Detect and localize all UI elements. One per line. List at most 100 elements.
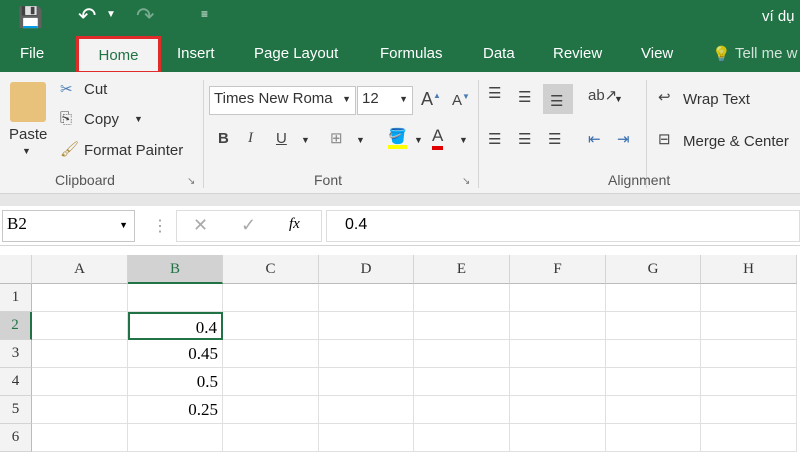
align-bottom-icon[interactable]: ☰ bbox=[543, 84, 573, 114]
cell-E6[interactable] bbox=[414, 424, 510, 452]
cell-C4[interactable] bbox=[223, 368, 319, 396]
column-header-G[interactable]: G bbox=[606, 255, 701, 284]
cell-E2[interactable] bbox=[414, 312, 510, 340]
customize-qat-icon[interactable]: ≡ bbox=[201, 7, 208, 21]
cell-G5[interactable] bbox=[606, 396, 701, 424]
column-header-F[interactable]: F bbox=[510, 255, 606, 284]
cell-H6[interactable] bbox=[701, 424, 797, 452]
borders-dropdown-icon[interactable]: ▼ bbox=[356, 135, 365, 145]
cell-A3[interactable] bbox=[32, 340, 128, 368]
italic-button[interactable]: I bbox=[248, 130, 253, 147]
column-header-H[interactable]: H bbox=[701, 255, 797, 284]
align-middle-icon[interactable]: ☰ bbox=[518, 88, 531, 106]
cell-H5[interactable] bbox=[701, 396, 797, 424]
name-box[interactable]: B2 ▼ bbox=[2, 210, 135, 242]
font-color-dropdown-icon[interactable]: ▼ bbox=[459, 135, 468, 145]
fill-color-dropdown-icon[interactable]: ▼ bbox=[414, 135, 423, 145]
column-header-C[interactable]: C bbox=[223, 255, 319, 284]
cell-D5[interactable] bbox=[319, 396, 414, 424]
undo-icon[interactable]: ↶ bbox=[78, 3, 96, 29]
cell-D4[interactable] bbox=[319, 368, 414, 396]
cell-B2[interactable]: 0.4 bbox=[128, 312, 223, 340]
insert-function-button[interactable]: fx bbox=[289, 216, 300, 233]
cell-F5[interactable] bbox=[510, 396, 606, 424]
column-header-E[interactable]: E bbox=[414, 255, 510, 284]
wrap-text-button[interactable]: Wrap Text bbox=[683, 91, 750, 108]
bold-button[interactable]: B bbox=[218, 130, 229, 147]
cell-B1[interactable] bbox=[128, 284, 223, 312]
cell-D6[interactable] bbox=[319, 424, 414, 452]
cut-button[interactable]: Cut bbox=[84, 81, 107, 98]
row-header-6[interactable]: 6 bbox=[0, 424, 32, 452]
cell-D1[interactable] bbox=[319, 284, 414, 312]
cell-C1[interactable] bbox=[223, 284, 319, 312]
paste-icon[interactable] bbox=[10, 82, 46, 122]
paste-button[interactable]: Paste bbox=[9, 126, 47, 143]
cell-F6[interactable] bbox=[510, 424, 606, 452]
font-color-icon[interactable]: A bbox=[432, 126, 444, 150]
cell-G2[interactable] bbox=[606, 312, 701, 340]
cell-C3[interactable] bbox=[223, 340, 319, 368]
row-header-4[interactable]: 4 bbox=[0, 368, 32, 396]
underline-dropdown-icon[interactable]: ▼ bbox=[301, 135, 310, 145]
column-header-B[interactable]: B bbox=[128, 255, 223, 284]
copy-button[interactable]: Copy bbox=[84, 111, 119, 128]
cell-B3[interactable]: 0.45 bbox=[128, 340, 223, 368]
cell-H1[interactable] bbox=[701, 284, 797, 312]
merge-center-button[interactable]: Merge & Center bbox=[683, 133, 789, 150]
cell-A1[interactable] bbox=[32, 284, 128, 312]
redo-icon[interactable]: ↷ bbox=[136, 3, 154, 29]
tab-page-layout[interactable]: Page Layout bbox=[254, 45, 338, 62]
font-launcher-icon[interactable]: ↘ bbox=[462, 176, 470, 187]
cell-H3[interactable] bbox=[701, 340, 797, 368]
cell-E5[interactable] bbox=[414, 396, 510, 424]
undo-dropdown-icon[interactable]: ▼ bbox=[106, 9, 116, 20]
tell-me-search[interactable]: Tell me w bbox=[735, 45, 798, 62]
cell-C2[interactable] bbox=[223, 312, 319, 340]
align-right-icon[interactable]: ☰ bbox=[548, 130, 561, 148]
row-header-5[interactable]: 5 bbox=[0, 396, 32, 424]
tab-home[interactable]: Home bbox=[76, 36, 161, 74]
cell-F3[interactable] bbox=[510, 340, 606, 368]
underline-button[interactable]: U bbox=[276, 130, 287, 147]
tab-formulas[interactable]: Formulas bbox=[380, 45, 443, 62]
formula-input[interactable]: 0.4 bbox=[326, 210, 800, 242]
column-header-A[interactable]: A bbox=[32, 255, 128, 284]
tab-file[interactable]: File bbox=[20, 45, 44, 62]
align-center-icon[interactable]: ☰ bbox=[518, 130, 531, 148]
row-header-3[interactable]: 3 bbox=[0, 340, 32, 368]
format-painter-button[interactable]: Format Painter bbox=[84, 142, 183, 159]
cell-E4[interactable] bbox=[414, 368, 510, 396]
orientation-dropdown-icon[interactable]: ▼ bbox=[614, 94, 623, 104]
cell-B6[interactable] bbox=[128, 424, 223, 452]
clipboard-launcher-icon[interactable]: ↘ bbox=[187, 176, 195, 187]
decrease-font-icon[interactable]: A▼ bbox=[452, 92, 470, 109]
cell-E3[interactable] bbox=[414, 340, 510, 368]
cell-G1[interactable] bbox=[606, 284, 701, 312]
orientation-icon[interactable]: ab↗ bbox=[588, 86, 617, 104]
cell-A5[interactable] bbox=[32, 396, 128, 424]
increase-indent-icon[interactable]: ⇥ bbox=[617, 130, 630, 148]
column-header-D[interactable]: D bbox=[319, 255, 414, 284]
tab-data[interactable]: Data bbox=[483, 45, 515, 62]
cell-C5[interactable] bbox=[223, 396, 319, 424]
cell-B5[interactable]: 0.25 bbox=[128, 396, 223, 424]
cell-B4[interactable]: 0.5 bbox=[128, 368, 223, 396]
align-top-icon[interactable]: ☰ bbox=[488, 84, 501, 102]
tab-review[interactable]: Review bbox=[553, 45, 602, 62]
cell-H2[interactable] bbox=[701, 312, 797, 340]
borders-icon[interactable]: ⊞ bbox=[330, 129, 343, 147]
cell-F2[interactable] bbox=[510, 312, 606, 340]
cell-G3[interactable] bbox=[606, 340, 701, 368]
save-icon[interactable]: 💾 bbox=[18, 5, 43, 30]
cell-D2[interactable] bbox=[319, 312, 414, 340]
fill-color-icon[interactable]: 🪣 bbox=[388, 127, 407, 149]
cancel-icon[interactable]: ✕ bbox=[193, 215, 208, 236]
cell-A4[interactable] bbox=[32, 368, 128, 396]
align-left-icon[interactable]: ☰ bbox=[488, 130, 501, 148]
cell-F4[interactable] bbox=[510, 368, 606, 396]
cell-G4[interactable] bbox=[606, 368, 701, 396]
row-header-1[interactable]: 1 bbox=[0, 284, 32, 312]
copy-dropdown-icon[interactable]: ▼ bbox=[134, 114, 143, 124]
row-header-2[interactable]: 2 bbox=[0, 312, 32, 340]
